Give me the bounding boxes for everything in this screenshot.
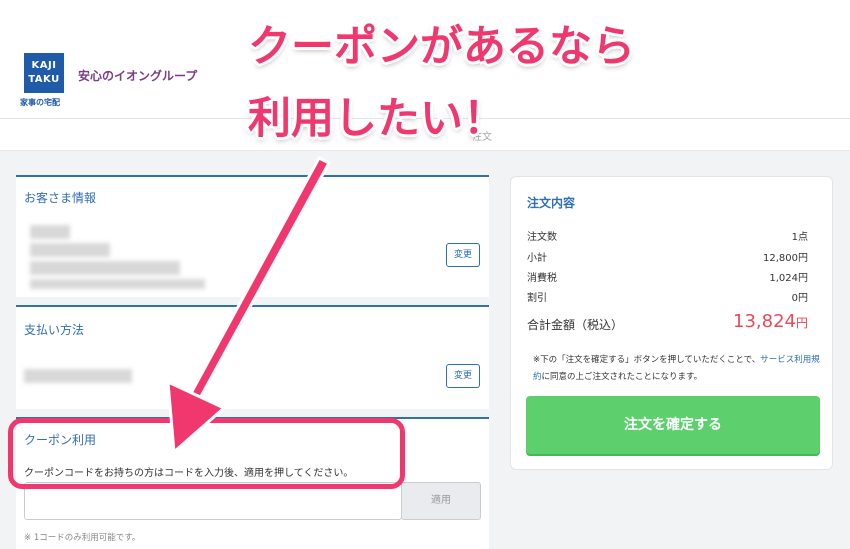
annotation-arrow-icon [166, 156, 332, 454]
annotation-line1: クーポンがあるなら [248, 22, 635, 72]
annotation-line2: 利用したい！ [248, 94, 506, 144]
